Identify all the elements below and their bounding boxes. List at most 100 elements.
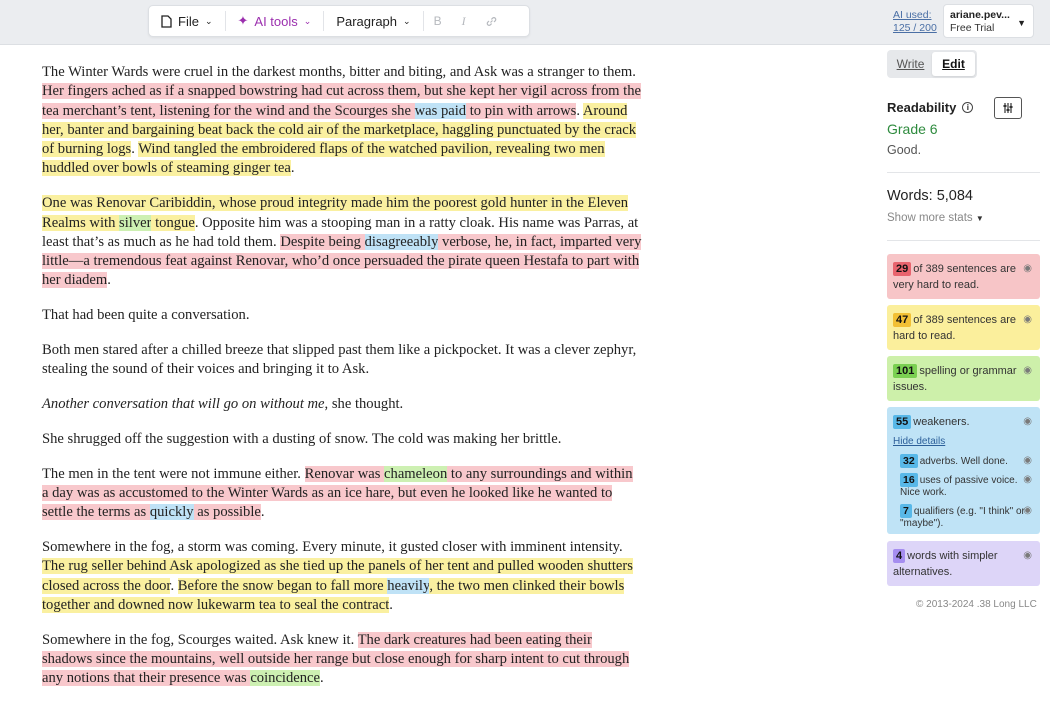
eye-icon[interactable]: ◉ [1023,455,1032,468]
qualifiers-text: qualifiers (e.g. "I think" or "maybe"). [900,505,1025,530]
very-hard-text: of 389 sentences are very hard to read. [893,263,1016,291]
readability-label: Readability [887,100,957,115]
plain-text: . [576,102,583,119]
user-name: ariane.pev... [950,9,1010,21]
eye-icon[interactable]: ◉ [1023,261,1032,277]
copyright-notice: © 2013-2024 .38 Long LLC [916,599,1037,610]
weakeners-count-badge: 55 [893,415,912,429]
passive-voice-item[interactable]: 16 uses of passive voice. Nice work. ◉ [900,472,1034,500]
very-hard-count-badge: 29 [893,262,912,276]
paragraph-style-dropdown[interactable]: Paragraph ⌄ [324,6,422,36]
plain-text: Somewhere in the fog, Scourges waited. A… [42,631,358,648]
link-icon [486,16,496,26]
grade-description: Good. [887,143,922,157]
spelling-grammar-card[interactable]: 101 spelling or grammar issues. ◉ [887,356,1040,401]
plain-text: . [170,577,178,594]
edit-mode-button[interactable]: Edit [932,52,975,76]
ai-tools-button[interactable]: ✦ AI tools ⌄ [226,6,324,36]
chevron-down-icon: ⌄ [303,15,312,26]
eye-icon[interactable]: ◉ [1023,312,1032,328]
sparkle-icon: ✦ [237,13,249,28]
eye-icon[interactable]: ◉ [1023,414,1032,430]
plain-text: The men in the tent were not immune eith… [42,465,305,482]
file-icon [161,14,172,28]
divider [887,240,1040,241]
italic-button[interactable]: I [452,6,476,36]
plain-text: . [260,504,265,521]
paragraph-6: She shrugged off the suggestion with a d… [42,430,562,447]
adverbs-text: adverbs. Well done. [919,456,1008,467]
grade-level: Grade 6 [887,121,938,137]
hard-sentences-card[interactable]: 47 of 389 sentences are hard to read. ◉ [887,305,1040,350]
very-hard-sentence-highlight[interactable]: Renovar was [304,465,385,482]
top-bar: File ⌄ ✦ AI tools ⌄ Paragraph ⌄ B I AI u… [0,0,1050,45]
plain-text: Somewhere in the fog, a storm was coming… [42,539,623,556]
editor-toolbar: File ⌄ ✦ AI tools ⌄ Paragraph ⌄ B I [148,5,530,37]
eye-icon[interactable]: ◉ [1023,474,1032,487]
plain-text: . [389,597,393,614]
simpler-alternatives-card[interactable]: 4 words with simpler alternatives. ◉ [887,541,1040,586]
hard-sentence-highlight[interactable]: tongue [151,214,195,231]
caret-down-icon: ▼ [1017,18,1026,28]
bold-button[interactable]: B [424,6,452,36]
very-hard-sentence-highlight[interactable]: Despite being [280,233,365,250]
caret-down-icon: ▼ [975,214,984,223]
very-hard-sentences-card[interactable]: 29 of 389 sentences are very hard to read… [887,254,1040,299]
adverb-highlight[interactable]: disagreeably [364,233,439,250]
paragraph-4: Both men stared after a chilled breeze t… [42,342,637,378]
paragraph-5: Another conversation that will go on wit… [42,395,642,414]
plan-label: Free Trial [950,22,995,34]
plain-text: , she thought. [324,396,404,413]
passive-voice-highlight[interactable]: was paid [414,102,467,119]
eye-icon[interactable]: ◉ [1023,548,1032,564]
editor-text-area[interactable]: The Winter Wards were cruel in the darke… [42,63,642,704]
paragraph-3: That had been quite a conversation. [42,307,250,324]
paragraph-2: One was Renovar Caribiddin, whose proud … [42,194,642,290]
weakeners-card[interactable]: 55 weakeners. ◉ Hide details 32 adverbs. W… [887,407,1040,534]
info-icon[interactable]: i [962,102,974,113]
simpler-count-badge: 4 [893,549,906,563]
paragraph-9: Somewhere in the fog, Scourges waited. A… [42,631,642,689]
paragraph-1: The Winter Wards were cruel in the darke… [42,63,642,179]
hide-details-link[interactable]: Hide details [893,434,1034,450]
word-count: Words: 5,084 [887,188,973,204]
adverb-highlight[interactable]: quickly [149,504,194,521]
divider [887,172,1040,173]
account-menu-button[interactable]: ariane.pev... Free Trial ▼ [943,4,1034,38]
passive-count-badge: 16 [900,472,918,487]
spelling-grammar-highlight[interactable]: chameleon [384,465,448,482]
write-mode-button[interactable]: Write [889,52,932,76]
readability-heading: Readability i [887,100,974,115]
adverb-highlight[interactable]: heavily [387,577,430,594]
very-hard-sentence-highlight[interactable]: as possible [193,504,261,521]
ai-usage-label: AI used: [893,9,932,21]
spelling-grammar-highlight[interactable]: silver [119,214,152,231]
eye-icon[interactable]: ◉ [1023,363,1032,379]
settings-button[interactable] [994,97,1022,119]
ai-usage-indicator[interactable]: AI used: 125 / 200 [893,9,937,35]
chevron-down-icon: ⌄ [204,15,213,26]
ai-usage-value: 125 / 200 [893,22,937,34]
file-menu-label: File [178,13,199,29]
link-button[interactable] [476,6,507,36]
plain-text: . [320,670,324,687]
plain-text: The Winter Wards were cruel in the darke… [42,64,636,80]
qualifiers-item[interactable]: 7 qualifiers (e.g. "I think" or "maybe").… [900,503,1034,531]
spelling-grammar-highlight[interactable]: coincidence [250,670,320,687]
plain-text: . [290,160,295,177]
hard-count-badge: 47 [893,313,912,327]
adverbs-count-badge: 32 [900,454,918,468]
paragraph-8: Somewhere in the fog, a storm was coming… [42,538,642,615]
eye-icon[interactable]: ◉ [1023,505,1032,518]
plain-text: . [107,272,111,289]
paragraph-style-label: Paragraph [336,13,398,29]
very-hard-sentence-highlight[interactable]: to pin with arrows [466,102,577,119]
show-more-stats-toggle[interactable]: Show more stats ▼ [887,212,984,224]
file-menu-button[interactable]: File ⌄ [149,6,225,36]
adverbs-item[interactable]: 32 adverbs. Well done. ◉ [900,454,1034,469]
hard-sentence-highlight[interactable]: Before the snow began to fall more [177,577,388,594]
chevron-down-icon: ⌄ [403,15,411,26]
spelling-count-badge: 101 [893,364,918,378]
hard-text: of 389 sentences are hard to read. [893,314,1016,342]
italic-text: Another conversation that will go on wit… [42,396,325,413]
